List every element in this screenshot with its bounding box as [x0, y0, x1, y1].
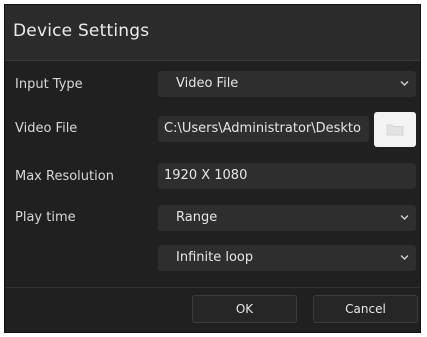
input-type-value: Video File	[176, 76, 239, 91]
max-resolution-label: Max Resolution	[15, 169, 114, 184]
ok-button[interactable]: OK	[192, 295, 297, 323]
cancel-button[interactable]: Cancel	[313, 295, 418, 323]
device-settings-dialog: Device Settings Input Type Video File Vi…	[4, 4, 421, 333]
loop-mode-select[interactable]: Infinite loop	[158, 245, 416, 271]
input-type-select[interactable]: Video File	[158, 71, 416, 97]
play-time-label: Play time	[15, 210, 76, 225]
loop-mode-value: Infinite loop	[176, 250, 254, 265]
title-bar: Device Settings	[5, 5, 420, 61]
max-resolution-value: 1920 X 1080	[164, 168, 248, 183]
play-time-select[interactable]: Range	[158, 205, 416, 231]
browse-file-button[interactable]	[374, 112, 416, 147]
dialog-title: Device Settings	[13, 21, 150, 41]
video-file-path-field[interactable]: C:\Users\Administrator\Deskto	[158, 116, 369, 142]
chevron-down-icon	[400, 205, 410, 231]
folder-icon	[386, 124, 404, 136]
input-type-label: Input Type	[15, 77, 83, 92]
max-resolution-field[interactable]: 1920 X 1080	[158, 163, 416, 189]
chevron-down-icon	[400, 71, 410, 97]
video-file-path-value: C:\Users\Administrator\Deskto	[164, 121, 361, 136]
play-time-value: Range	[176, 210, 218, 225]
chevron-down-icon	[400, 245, 410, 271]
video-file-label: Video File	[15, 121, 78, 136]
